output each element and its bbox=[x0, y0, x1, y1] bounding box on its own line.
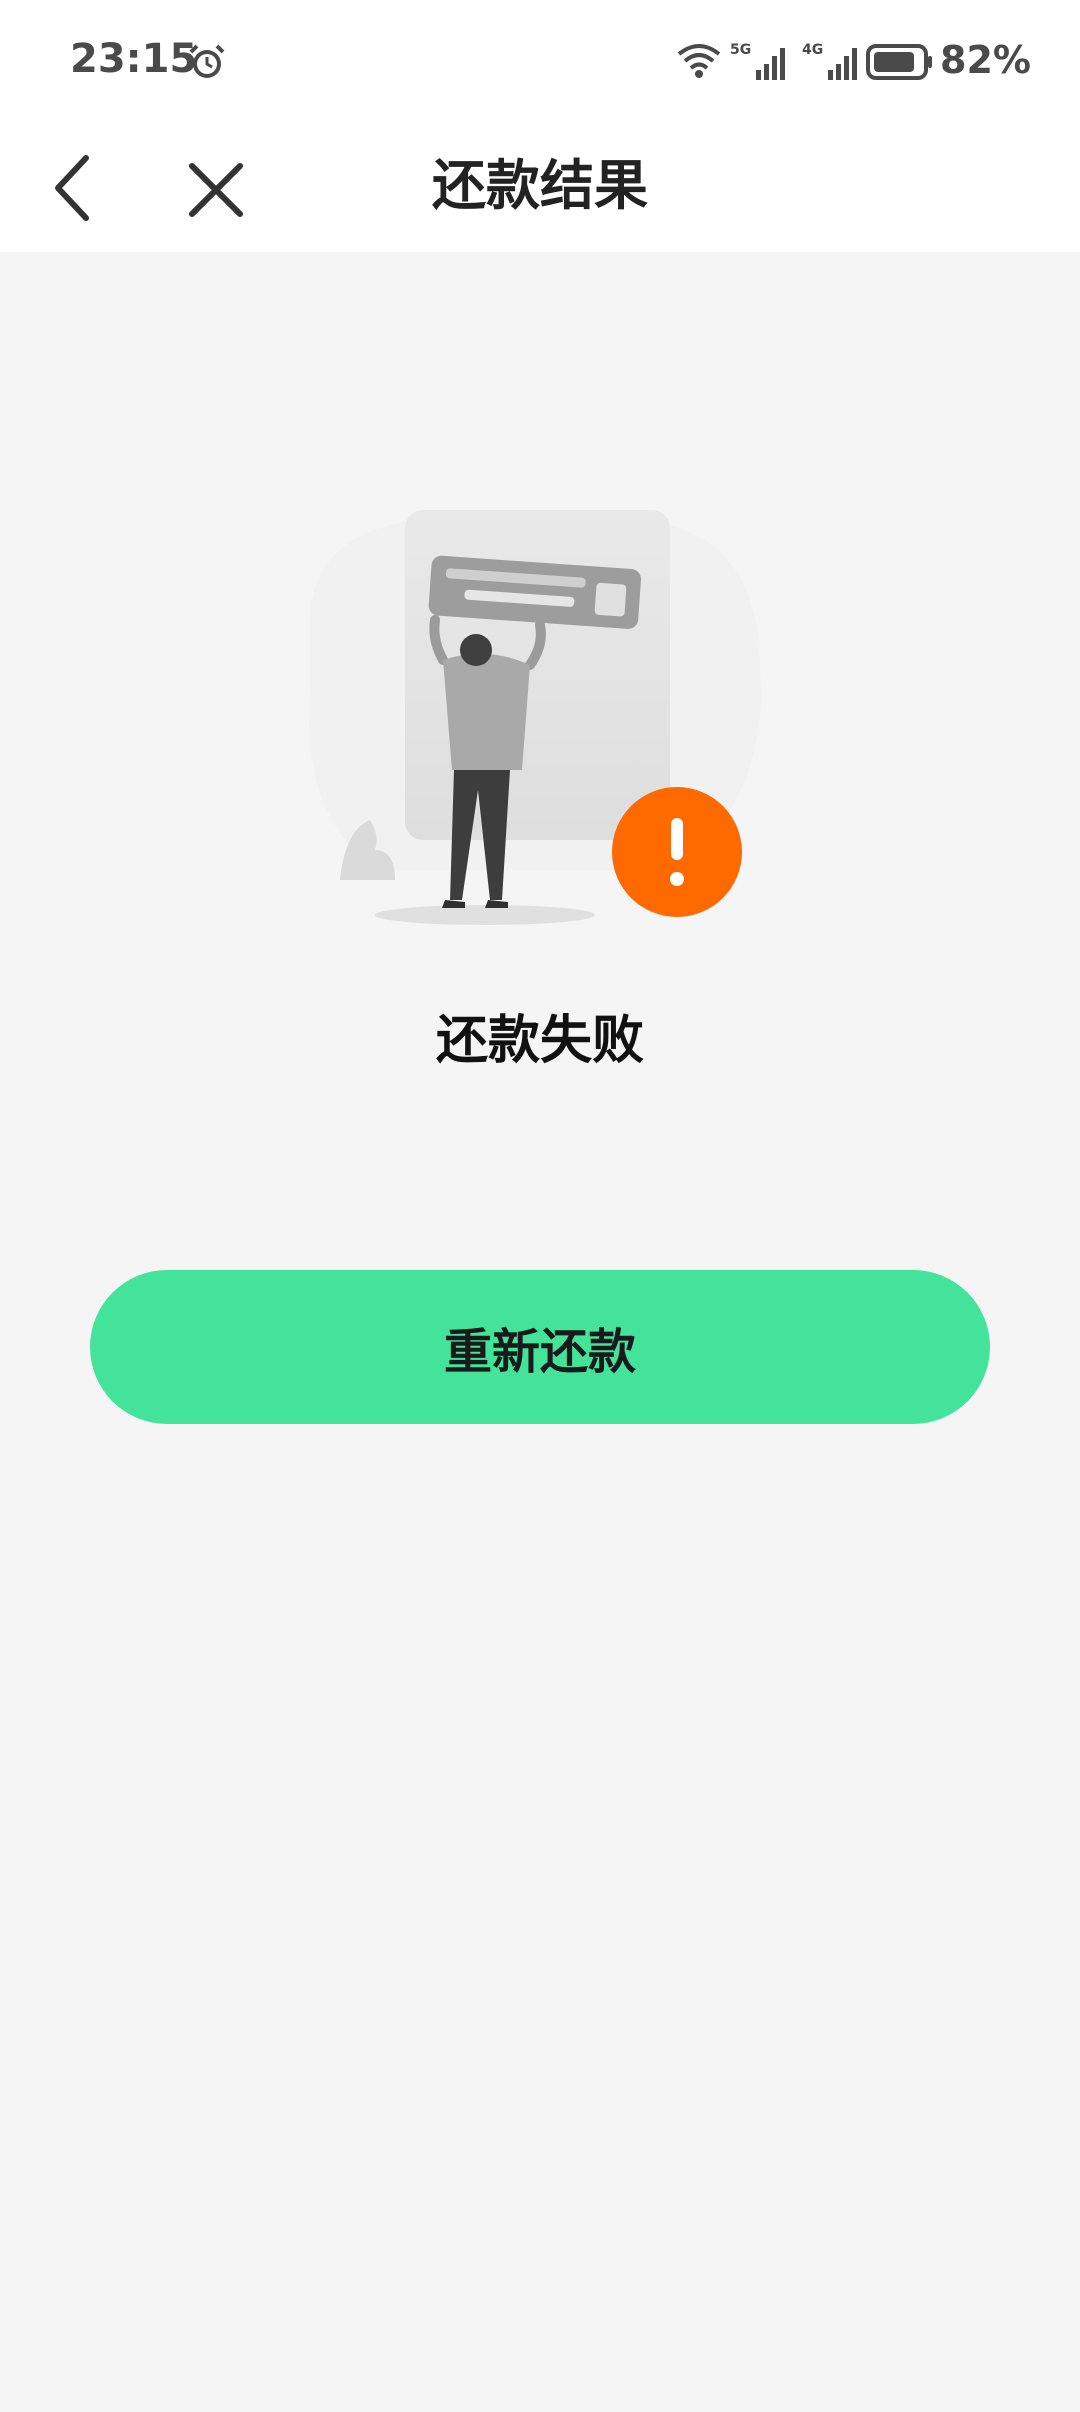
battery-percentage: 82% bbox=[940, 38, 1031, 82]
page-title: 还款结果 bbox=[432, 154, 648, 217]
svg-text:4G: 4G bbox=[802, 42, 823, 58]
payment-failed-illustration bbox=[308, 510, 761, 925]
status-bar: 23:15 5G 4G 82% bbox=[0, 0, 1080, 126]
cellular-signal-4g-icon: 4G bbox=[802, 42, 857, 80]
wifi-icon bbox=[677, 44, 721, 78]
exclamation-icon bbox=[612, 787, 742, 917]
status-time: 23:15 bbox=[70, 36, 198, 82]
result-status-text: 还款失败 bbox=[435, 1011, 644, 1071]
retry-payment-button[interactable]: 重新还款 bbox=[90, 1270, 990, 1424]
navigation-bar: 还款结果 bbox=[0, 126, 1080, 252]
cellular-signal-5g-icon: 5G bbox=[730, 42, 785, 80]
svg-text:5G: 5G bbox=[730, 42, 751, 58]
alarm-clock-icon bbox=[189, 44, 225, 78]
battery-icon bbox=[866, 44, 932, 80]
